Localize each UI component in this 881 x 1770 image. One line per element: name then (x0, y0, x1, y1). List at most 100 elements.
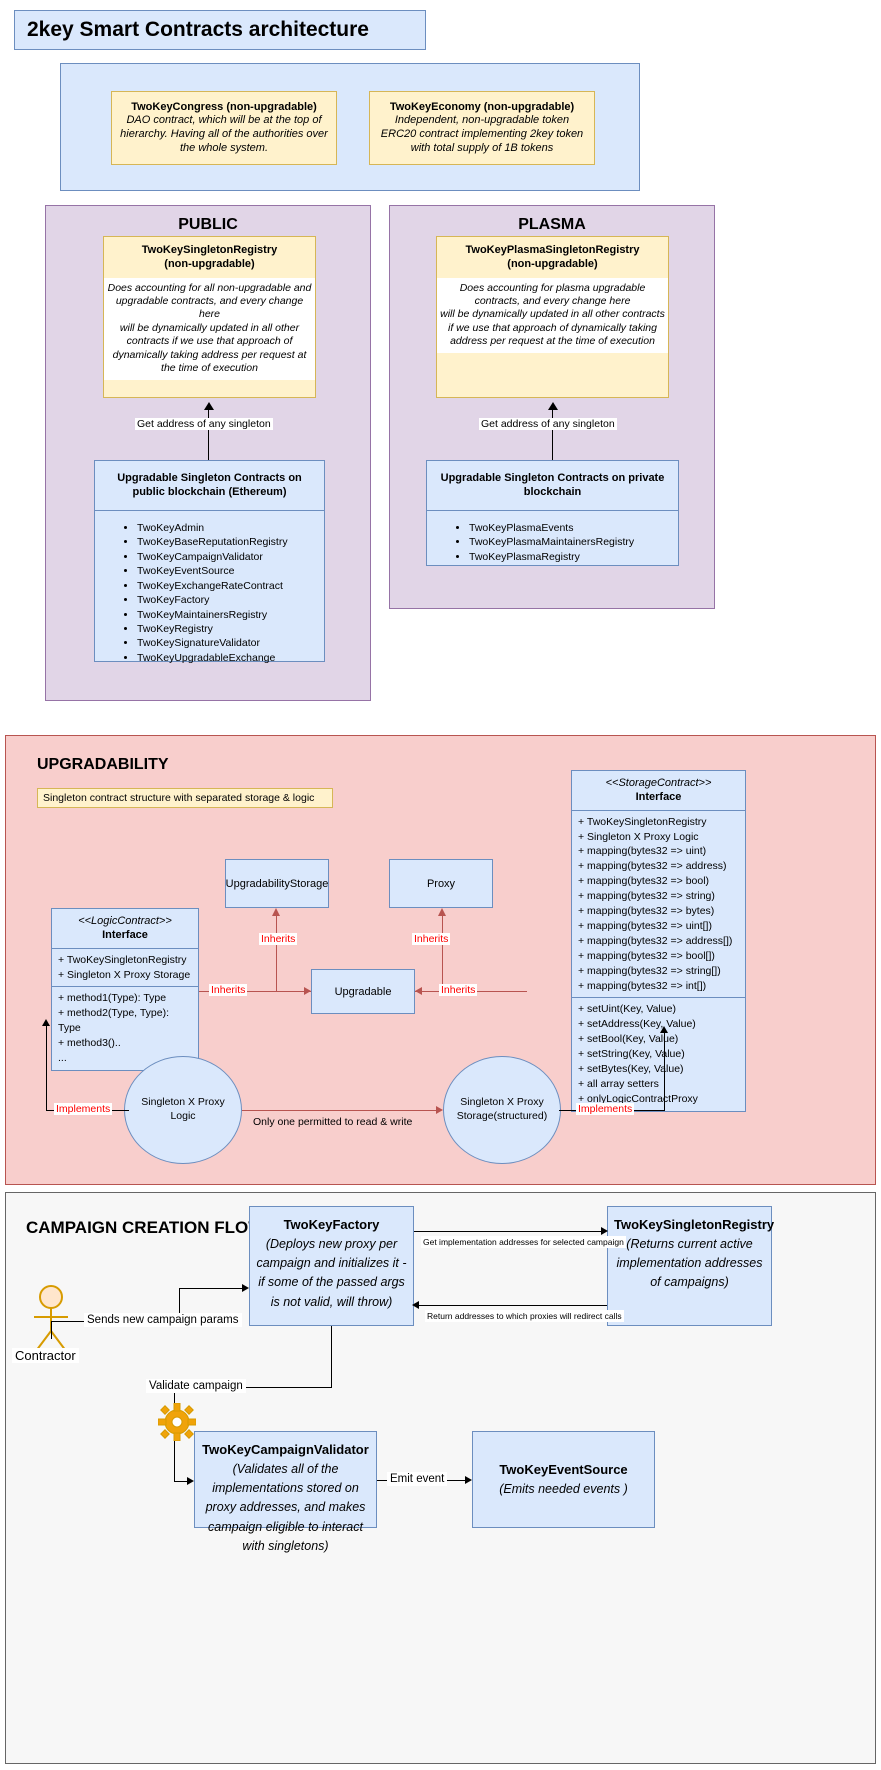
plasma-arrow-label: Get address of any singleton (479, 418, 617, 430)
list-item: TwoKeyBaseReputationRegistry (137, 535, 318, 549)
attribute-row: + mapping(bytes32 => bool) (578, 875, 710, 888)
attribute-row: + mapping(bytes32 => int[]) (578, 979, 707, 992)
upgradable-node: Upgradable (311, 969, 415, 1014)
method-row: + setBool(Key, Value) (578, 1033, 679, 1046)
list-item: TwoKeyMaintainersRegistry (137, 608, 318, 622)
method-row: + all array setters (578, 1078, 659, 1090)
label-return-addresses: Return addresses to which proxies will r… (425, 1310, 624, 1322)
logic-iface-stereotype: <<LogicContract>> (78, 915, 172, 927)
campaign-creation-flow-section: CAMPAIGN CREATION FLOW TwoKeyFactory (De… (5, 1192, 876, 1764)
logic-iface-name: Interface (102, 929, 148, 942)
storage-iface-methods: + setUint(Key, Value) + setAddress(Key, … (572, 997, 745, 1110)
singleton-proxy-logic-label: Singleton X Proxy Logic (141, 1096, 225, 1122)
method-row: + setString(Key, Value) (578, 1048, 685, 1061)
plasma-panel-title: PLASMA (518, 216, 586, 233)
list-item: TwoKeySignatureValidator (137, 636, 318, 650)
plasma-contracts-header: Upgradable Singleton Contracts on privat… (440, 472, 665, 499)
storage-iface-name: Interface (635, 791, 682, 804)
plasma-arrow-shaft (552, 409, 553, 461)
attribute-row: + mapping(bytes32 => uint) (578, 845, 707, 858)
edge-label-implements-storage: Implements (576, 1103, 635, 1115)
attribute-row: + Singleton X Proxy Logic (578, 830, 699, 843)
public-registry-body: Does accounting for all non-upgradable a… (104, 277, 315, 380)
method-row: + method3().. (58, 1037, 121, 1050)
method-row: + setUint(Key, Value) (578, 1003, 676, 1016)
list-item: TwoKeyRegistry (137, 622, 318, 636)
edge-registry-to-factory (418, 1305, 607, 1306)
twokeycongress-box: TwoKeyCongress (non-upgradable) DAO cont… (111, 91, 337, 165)
public-panel: PUBLIC TwoKeySingletonRegistry (non-upgr… (45, 205, 371, 701)
storage-iface-stereotype: <<StorageContract>> (605, 777, 712, 789)
campaign-flow-title: CAMPAIGN CREATION FLOW (26, 1218, 265, 1237)
twokeyfactory-box: TwoKeyFactory (Deploys new proxy per cam… (249, 1206, 414, 1326)
twokeyplasmasingletonregistry-box: TwoKeyPlasmaSingletonRegistry (non-upgra… (436, 236, 669, 398)
non-upgradable-container: TwoKeyCongress (non-upgradable) DAO cont… (60, 63, 640, 191)
edge-validate-arrowhead-icon (187, 1477, 194, 1485)
public-arrow-head-icon (204, 402, 214, 410)
public-panel-title: PUBLIC (178, 216, 238, 233)
method-row: + setAddress(Key, Value) (578, 1018, 696, 1031)
plasma-arrow-head-icon (548, 402, 558, 410)
upgradability-title: UPGRADABILITY (37, 756, 169, 773)
singleton-proxy-logic-ellipse: Singleton X Proxy Logic (124, 1056, 242, 1164)
public-arrow-label: Get address of any singleton (135, 418, 273, 430)
edge-emit-arrowhead-icon (465, 1476, 472, 1484)
edge-validate-to-validator (174, 1481, 188, 1482)
twokeycampaignvalidator-name: TwoKeyCampaignValidator (202, 1442, 369, 1457)
proxy-label: Proxy (426, 877, 456, 890)
twokeyfactory-name: TwoKeyFactory (283, 1217, 380, 1232)
edge-upgstorage-arrowhead-icon (272, 908, 280, 916)
attribute-row: + Singleton X Proxy Storage (58, 968, 191, 981)
plasma-registry-body: Does accounting for plasma upgradable co… (437, 277, 668, 353)
upgradable-label: Upgradable (334, 985, 392, 998)
public-contracts-box: Upgradable Singleton Contracts on public… (94, 460, 325, 664)
attribute-row: + TwoKeySingletonRegistry (578, 815, 707, 828)
logic-contract-interface-box: <<LogicContract>> Interface + TwoKeySing… (51, 908, 199, 1071)
edge-label-read-write: Only one permitted to read & write (251, 1116, 415, 1128)
storage-contract-interface-box: <<StorageContract>> Interface + TwoKeySi… (571, 770, 746, 1112)
twokeycampaignvalidator-box: TwoKeyCampaignValidator (Validates all o… (194, 1431, 377, 1553)
gear-icon (158, 1403, 196, 1441)
plasma-registry-subtitle: (non-upgradable) (507, 257, 598, 270)
contractor-label: Contractor (12, 1348, 79, 1363)
page-title: 2key Smart Contracts architecture (14, 10, 426, 50)
edge-label-inherits-proxy: Inherits (412, 933, 451, 945)
public-registry-subtitle: (non-upgradable) (164, 257, 255, 270)
list-item: TwoKeyCampaignValidator (137, 550, 318, 564)
list-item: TwoKeyPlasmaEvents (469, 521, 672, 535)
edge-upgradable-to-proxy-v (442, 916, 443, 992)
edge-read-write-arrowhead-icon (436, 1106, 443, 1114)
label-validate-campaign: Validate campaign (146, 1379, 246, 1393)
edge-implements-logic-arrowhead-icon (42, 1019, 50, 1026)
edge-logic-upgradable-arrowhead-icon (304, 987, 311, 995)
list-item: TwoKeyUpgradableExchange (137, 651, 318, 665)
attribute-row: + mapping(bytes32 => address[]) (578, 934, 733, 947)
singleton-proxy-storage-ellipse: Singleton X Proxy Storage(structured) (443, 1056, 561, 1164)
twokeysingletonregistry-box: TwoKeySingletonRegistry (non-upgradable)… (103, 236, 316, 398)
edge-proxy-arrowhead-icon (438, 908, 446, 916)
edge-label-inherits-storage: Inherits (439, 984, 478, 996)
list-item: TwoKeyAdmin (137, 521, 318, 535)
edge-actor-up (51, 1321, 52, 1339)
twokeysingletonregistry-flow-box: TwoKeySingletonRegistry (Returns current… (607, 1206, 775, 1326)
twokeyeconomy-body: Independent, non-upgradable token ERC20 … (380, 114, 584, 154)
public-registry-name: TwoKeySingletonRegistry (141, 244, 278, 256)
edge-actor-factory-arrowhead-icon (242, 1284, 249, 1292)
twokeyfactory-desc: (Deploys new proxy per campaign and init… (256, 1236, 407, 1309)
plasma-contracts-list: TwoKeyPlasmaEvents TwoKeyPlasmaMaintaine… (427, 511, 678, 574)
twokeyeventsource-name: TwoKeyEventSource (499, 1462, 628, 1478)
method-row: + method2(Type, Type): Type (58, 1007, 169, 1035)
label-get-implementation-addresses: Get implementation addresses for selecte… (421, 1236, 626, 1248)
upgradability-storage-label: UpgradabilityStorage (225, 877, 329, 890)
edge-implements-logic-v (46, 1026, 47, 1111)
page-title-text: 2key Smart Contracts architecture (27, 18, 369, 41)
upgradability-storage-node: UpgradabilityStorage (225, 859, 329, 908)
attribute-row: + mapping(bytes32 => uint[]) (578, 919, 712, 932)
list-item: TwoKeyPlasmaMaintainersRegistry (469, 535, 672, 549)
storage-iface-header: <<StorageContract>> Interface (572, 771, 745, 810)
twokeysingletonregistry-flow-name: TwoKeySingletonRegistry (614, 1217, 775, 1232)
singleton-structure-note: Singleton contract structure with separa… (37, 788, 333, 808)
public-contracts-list: TwoKeyAdmin TwoKeyBaseReputationRegistry… (95, 511, 324, 676)
proxy-node: Proxy (389, 859, 493, 908)
label-sends-new-campaign-params: Sends new campaign params (84, 1313, 242, 1327)
